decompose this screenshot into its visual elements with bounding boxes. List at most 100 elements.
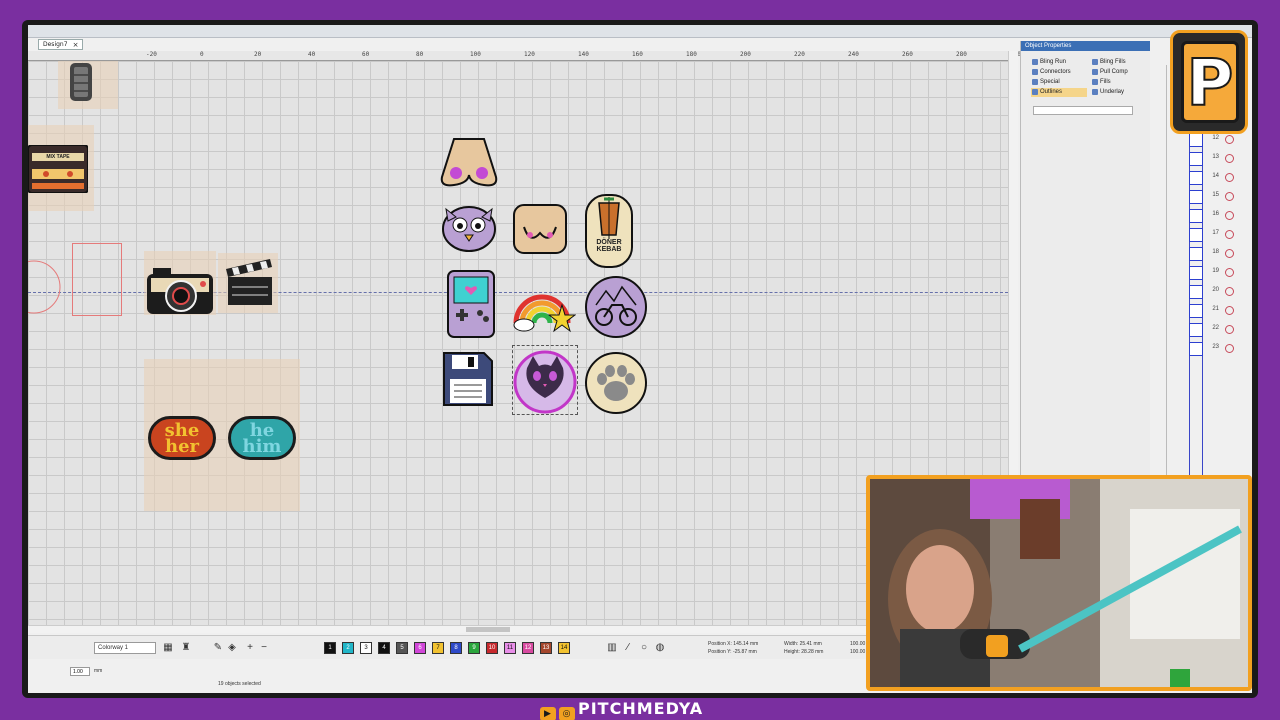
position-x-value[interactable]: 145.14 [733, 641, 748, 647]
sequence-thumbnail[interactable] [1189, 152, 1203, 166]
cellphone-patch[interactable] [60, 63, 102, 103]
ruler-label: 200 [740, 51, 751, 58]
close-icon[interactable]: × [73, 40, 79, 50]
sequence-row[interactable]: 20 [1167, 283, 1251, 302]
thread-swatch-12[interactable]: 12 [522, 642, 534, 654]
thread-swatch-1[interactable]: 1 [324, 642, 336, 654]
sequence-row[interactable]: 22 [1167, 321, 1251, 340]
thread-swatch-2[interactable]: 2 [342, 642, 354, 654]
doner-kebab-patch[interactable]: DÖNER KEBAB [584, 193, 634, 269]
sequence-number: 23 [1212, 344, 1219, 350]
tab-connectors[interactable]: Connectors [1031, 68, 1087, 77]
sequence-thumbnail[interactable] [1189, 228, 1203, 242]
clapperboard-patch[interactable] [222, 257, 276, 309]
sequence-thumbnail[interactable] [1189, 209, 1203, 223]
sequence-row[interactable]: 19 [1167, 264, 1251, 283]
sequence-thumbnail[interactable] [1189, 266, 1203, 280]
scale-w-value[interactable]: 100.00 [850, 640, 865, 648]
cat-patch-selected[interactable] [512, 345, 578, 415]
rainbow-star-patch[interactable] [512, 275, 577, 333]
position-y-value[interactable]: -25.87 [733, 649, 747, 655]
document-tab[interactable]: Design7 × [38, 39, 83, 50]
properties-dropdown[interactable] [1033, 106, 1133, 115]
sequence-thumbnail[interactable] [1189, 247, 1203, 261]
ruler-icon[interactable]: ▥ [606, 642, 618, 654]
tab-underlay[interactable]: Underlay [1091, 88, 1147, 97]
sequence-thumbnail[interactable] [1189, 304, 1203, 318]
sequence-thumbnail[interactable] [1189, 171, 1203, 185]
thread-swatch-9[interactable]: 9 [468, 642, 480, 654]
tab-fills[interactable]: Fills [1091, 78, 1147, 87]
doner-kebab-label: DÖNER KEBAB [596, 239, 622, 253]
thread-swatch-4[interactable]: 4 [378, 642, 390, 654]
thread-swatch-13[interactable]: 13 [540, 642, 552, 654]
red-outline-rect[interactable] [72, 243, 122, 316]
pen-icon[interactable]: ✎ [212, 642, 224, 654]
tab-pull-comp[interactable]: Pull Comp [1091, 68, 1147, 77]
red-outline-circle[interactable] [28, 259, 62, 317]
sequence-row[interactable]: 14 [1167, 169, 1251, 188]
tab-outlines[interactable]: Outlines [1031, 88, 1087, 97]
sequence-row[interactable]: 15 [1167, 188, 1251, 207]
colorway-select[interactable]: Colorway 1 [94, 642, 156, 654]
sequence-row[interactable]: 23 [1167, 340, 1251, 359]
width-value[interactable]: 25.41 [800, 641, 813, 647]
pitchmedya-logo: P [1170, 30, 1248, 134]
ruler-label: 40 [308, 51, 316, 58]
slash-icon[interactable]: ∕ [622, 642, 634, 654]
scale-h-value[interactable]: 100.00 [850, 648, 865, 656]
fill-icon[interactable]: ◈ [226, 642, 238, 654]
bike-mountain-patch[interactable] [584, 271, 648, 339]
sequence-row[interactable]: 18 [1167, 245, 1251, 264]
sequence-number: 14 [1212, 173, 1219, 179]
circle-icon[interactable]: ○ [638, 642, 650, 654]
paw-print-patch[interactable] [584, 347, 648, 415]
plus-icon[interactable]: + [244, 642, 256, 654]
globe-icon[interactable]: ◍ [654, 642, 666, 654]
camera-patch[interactable] [145, 266, 215, 316]
sequence-row[interactable]: 16 [1167, 207, 1251, 226]
thread-swatch-3[interactable]: 3 [360, 642, 372, 654]
sequence-number: 21 [1212, 306, 1219, 312]
tab-special[interactable]: Special [1031, 78, 1087, 87]
she-her-patch[interactable]: she her [148, 416, 216, 460]
document-tab-label: Design7 [43, 41, 68, 48]
sequence-thumbnail[interactable] [1189, 342, 1203, 356]
thread-swatch-11[interactable]: 11 [504, 642, 516, 654]
mixtape-patch[interactable]: MIX TAPE [28, 144, 89, 194]
height-value[interactable]: 28.28 [801, 649, 814, 655]
topless-patch[interactable] [512, 203, 568, 255]
sequence-number: 12 [1212, 135, 1219, 141]
minus-icon[interactable]: − [258, 642, 270, 654]
zoom-input[interactable]: 1.00 [70, 667, 90, 676]
tab-bling-fills[interactable]: Bling Fills [1091, 58, 1147, 67]
design-canvas[interactable]: MIX TAPE she her he him DÖNER KEBAB [28, 61, 1008, 625]
menu-bar[interactable] [28, 25, 1252, 38]
gameboy-patch[interactable] [446, 269, 496, 339]
ruler-label: 0 [200, 51, 204, 58]
thread-swatch-10[interactable]: 10 [486, 642, 498, 654]
floppy-disk-patch[interactable] [442, 351, 494, 407]
scroll-thumb[interactable] [466, 627, 510, 632]
boobs-patch[interactable] [440, 137, 498, 189]
thread-swatch-8[interactable]: 8 [450, 642, 462, 654]
sequence-row[interactable]: 13 [1167, 150, 1251, 169]
tab-label: Pull Comp [1100, 69, 1128, 75]
he-him-patch[interactable]: he him [228, 416, 296, 460]
sequence-thumbnail[interactable] [1189, 133, 1203, 147]
thread-swatch-6[interactable]: 6 [414, 642, 426, 654]
tab-bling-run[interactable]: Bling Run [1031, 58, 1087, 67]
sequence-row[interactable]: 21 [1167, 302, 1251, 321]
thread-swatch-14[interactable]: 14 [558, 642, 570, 654]
palette-icon[interactable]: ▦ [162, 642, 174, 654]
sequence-number: 15 [1212, 192, 1219, 198]
thread-swatch-7[interactable]: 7 [432, 642, 444, 654]
sequence-row[interactable]: 17 [1167, 226, 1251, 245]
furby-patch[interactable] [440, 199, 498, 255]
sequence-thumbnail[interactable] [1189, 285, 1203, 299]
sequence-thumbnail[interactable] [1189, 323, 1203, 337]
sequence-thumbnail[interactable] [1189, 190, 1203, 204]
thread-swatch-5[interactable]: 5 [396, 642, 408, 654]
zoom-unit: mm [94, 668, 103, 674]
thread-icon[interactable]: ♜ [180, 642, 192, 654]
